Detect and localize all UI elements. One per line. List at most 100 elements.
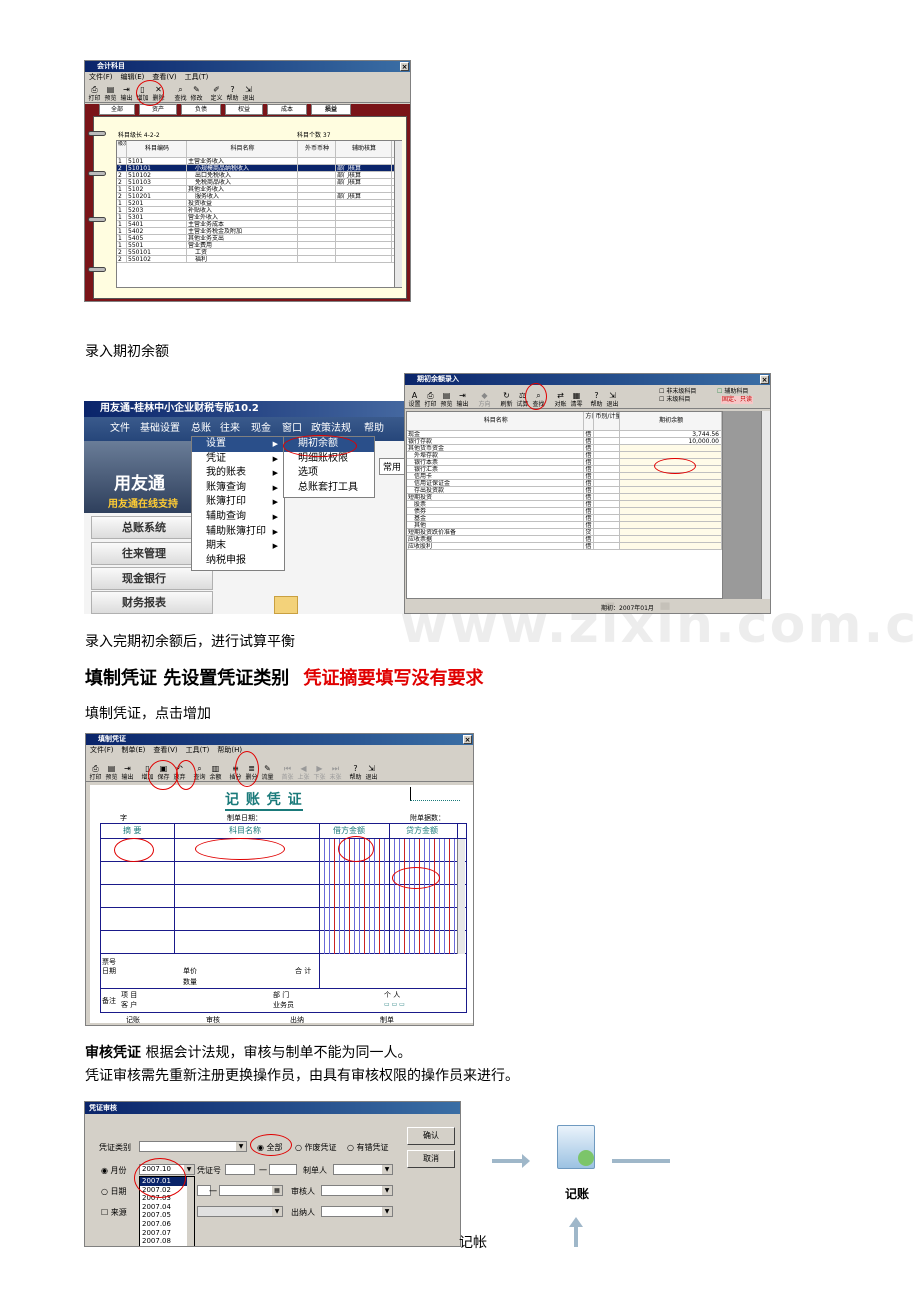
- radio-error[interactable]: ○ 有错凭证: [347, 1142, 389, 1153]
- list-scrollbar[interactable]: [187, 1177, 194, 1246]
- month-option[interactable]: 2007.04: [140, 1203, 194, 1212]
- close-icon[interactable]: ×: [400, 62, 409, 71]
- first-button[interactable]: ⏮ 首张: [280, 762, 295, 781]
- print-button[interactable]: ⎙ 打印: [423, 389, 438, 408]
- define-button[interactable]: ✐ 定义: [209, 83, 224, 102]
- nav-reports[interactable]: 财务报表: [91, 591, 213, 614]
- table-row[interactable]: 短期投资借: [407, 494, 722, 501]
- date-to[interactable]: ▦: [219, 1185, 283, 1196]
- document-post-icon[interactable]: [557, 1125, 595, 1169]
- table-row[interactable]: 1 5203 补贴收入: [117, 207, 401, 214]
- table-row[interactable]: 1 5501 营业费用: [117, 242, 401, 249]
- find-button[interactable]: ⌕ 查找: [173, 83, 188, 102]
- table-row[interactable]: 2 510101 小规模商品纳税收入 部门核算: [117, 165, 401, 172]
- close-icon[interactable]: ×: [463, 735, 472, 744]
- menu-item-options[interactable]: 选项: [284, 466, 374, 481]
- table-row[interactable]: 银行存款借 10,000.00: [407, 438, 722, 445]
- table-row[interactable]: 现金借 3,744.56: [407, 431, 722, 438]
- export-button[interactable]: ⇥ 输出: [120, 762, 135, 781]
- table-row[interactable]: 信用卡借: [407, 473, 722, 480]
- voucher-line[interactable]: [101, 908, 466, 931]
- menu-view[interactable]: 查看(V): [152, 73, 176, 81]
- vertical-scrollbar[interactable]: [761, 411, 770, 599]
- close-icon[interactable]: ×: [760, 375, 769, 384]
- menu-item-period-end[interactable]: 期末 ▶: [192, 539, 284, 554]
- exit-button[interactable]: ⇲ 退出: [364, 762, 379, 781]
- prev-button[interactable]: ◀ 上张: [296, 762, 311, 781]
- table-row[interactable]: 2 550102 福利: [117, 256, 401, 263]
- flow-button[interactable]: ✎ 流量: [260, 762, 275, 781]
- table-row[interactable]: 2 510201 服务收入 部门核算: [117, 193, 401, 200]
- preview-button[interactable]: ▤ 预览: [104, 762, 119, 781]
- menu-tools[interactable]: 工具(T): [185, 73, 209, 81]
- table-row[interactable]: 短期投资跌价准备贷: [407, 529, 722, 536]
- exit-button[interactable]: ⇲ 退出: [241, 83, 256, 102]
- menu-item-tax[interactable]: 纳税申报: [192, 554, 284, 569]
- table-row[interactable]: 2 510102 出口免税收入 部门核算: [117, 172, 401, 179]
- menu-basic-settings[interactable]: 基础设置: [140, 417, 180, 441]
- table-row[interactable]: 1 5201 投资收益: [117, 200, 401, 207]
- print-button[interactable]: ⎙ 打印: [88, 762, 103, 781]
- month-option[interactable]: 2007.05: [140, 1211, 194, 1220]
- voucher-no-to[interactable]: [269, 1164, 297, 1175]
- table-row[interactable]: 2 510103 免税商品收入 部门核算: [117, 179, 401, 186]
- table-row[interactable]: 存出投资款借: [407, 487, 722, 494]
- menu-file[interactable]: 文件: [110, 417, 130, 441]
- source-select[interactable]: ▼: [197, 1206, 283, 1217]
- menu-voucher[interactable]: 制单(E): [122, 746, 146, 754]
- radio-void[interactable]: ○ 作废凭证: [295, 1142, 337, 1153]
- month-option[interactable]: 2007.08: [140, 1237, 194, 1246]
- preview-button[interactable]: ▤ 预览: [103, 83, 118, 102]
- preview-button[interactable]: ▤ 预览: [439, 389, 454, 408]
- next-button[interactable]: ▶ 下张: [312, 762, 327, 781]
- month-option[interactable]: 2007.07: [140, 1229, 194, 1238]
- menu-item-print-tool[interactable]: 总账套打工具: [284, 481, 374, 496]
- table-row[interactable]: 1 5101 主营业务收入: [117, 158, 401, 165]
- menu-edit[interactable]: 编辑(E): [121, 73, 145, 81]
- table-row[interactable]: 其他借: [407, 522, 722, 529]
- table-row[interactable]: 信用证保证金借: [407, 480, 722, 487]
- source-checkbox[interactable]: ☐ 来源: [101, 1207, 127, 1218]
- menu-item-my-reports[interactable]: 我的账表 ▶: [192, 466, 284, 481]
- menu-item-book-print[interactable]: 账簿打印 ▶: [192, 495, 284, 510]
- help-button[interactable]: ? 帮助: [225, 83, 240, 102]
- last-button[interactable]: ⏭ 末张: [328, 762, 343, 781]
- tab-liabilities[interactable]: 负债: [181, 104, 221, 115]
- tab-equity[interactable]: 权益: [225, 104, 263, 115]
- menu-help[interactable]: 帮助(H): [217, 746, 242, 754]
- refresh-button[interactable]: ↻ 刷新: [499, 389, 514, 408]
- balance-button[interactable]: ▥ 余额: [208, 762, 223, 781]
- table-row[interactable]: 股票借: [407, 501, 722, 508]
- tab-profit-loss[interactable]: 损益: [311, 104, 351, 115]
- confirm-button[interactable]: 确认: [407, 1127, 455, 1145]
- help-button[interactable]: ? 帮助: [589, 389, 604, 408]
- voucher-no-from[interactable]: [225, 1164, 255, 1175]
- menu-item-settings[interactable]: 设置 ▶: [192, 437, 284, 452]
- exit-button[interactable]: ⇲ 退出: [605, 389, 620, 408]
- voucher-type-select[interactable]: ▼: [139, 1141, 247, 1152]
- menu-file[interactable]: 文件(F): [90, 746, 114, 754]
- modify-button[interactable]: ✎ 修改: [189, 83, 204, 102]
- table-row[interactable]: 1 5405 其他业务支出: [117, 235, 401, 242]
- menu-item-aux-print[interactable]: 辅助账簿打印 ▶: [192, 525, 284, 540]
- table-row[interactable]: 应收股利借: [407, 543, 722, 550]
- table-row[interactable]: 1 5301 营业外收入: [117, 214, 401, 221]
- help-button[interactable]: ? 帮助: [348, 762, 363, 781]
- vertical-scrollbar[interactable]: [394, 141, 402, 287]
- menu-file[interactable]: 文件(F): [89, 73, 113, 81]
- month-option[interactable]: 2007.06: [140, 1220, 194, 1229]
- cancel-button[interactable]: 取消: [407, 1150, 455, 1168]
- table-row[interactable]: 1 5102 其他业务收入: [117, 186, 401, 193]
- tab-cost[interactable]: 成本: [267, 104, 307, 115]
- table-row[interactable]: 2 550101 工资: [117, 249, 401, 256]
- table-row[interactable]: 其他货币资金借: [407, 445, 722, 452]
- table-row[interactable]: 1 5402 主营业务税金及附加: [117, 228, 401, 235]
- reconcile-button[interactable]: ⇄ 对账: [553, 389, 568, 408]
- direction-button[interactable]: ◆ 方向: [477, 389, 492, 408]
- common-label[interactable]: 常用: [379, 458, 406, 475]
- voucher-line[interactable]: [101, 931, 466, 954]
- tab-all[interactable]: 全部: [99, 104, 135, 115]
- clear-button[interactable]: ▦ 清零: [569, 389, 584, 408]
- menu-item-voucher[interactable]: 凭证 ▶: [192, 452, 284, 467]
- print-button[interactable]: ⎙ 打印: [87, 83, 102, 102]
